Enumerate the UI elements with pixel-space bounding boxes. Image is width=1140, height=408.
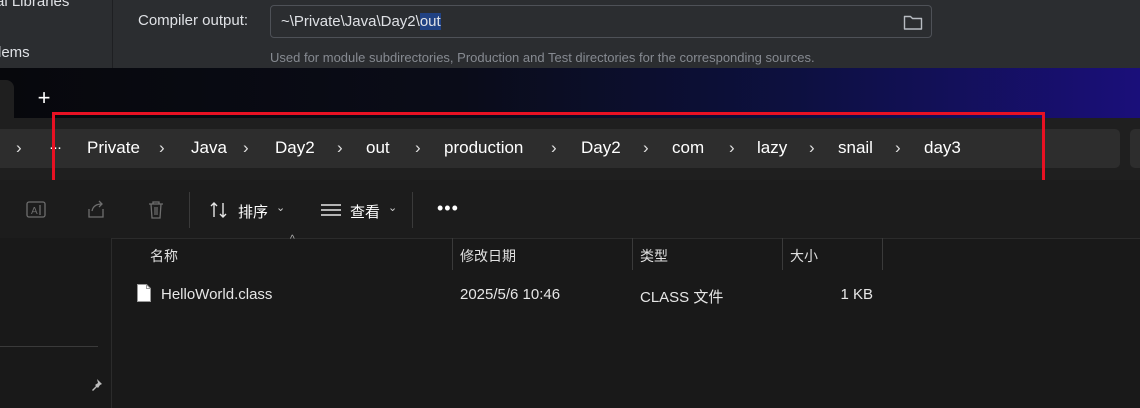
sort-ascending-icon: ^	[290, 234, 295, 245]
view-button[interactable]: 查看	[350, 201, 380, 222]
highlight-annotation-box	[52, 112, 1045, 188]
more-options-button[interactable]: •••	[437, 198, 459, 219]
file-icon	[137, 284, 151, 302]
toolbar-divider	[412, 192, 413, 228]
column-header-modified[interactable]: 修改日期	[460, 246, 516, 266]
file-modified-date: 2025/5/6 10:46	[460, 286, 561, 303]
sidebar-item-global-libraries[interactable]: al Libraries	[0, 0, 69, 10]
search-box[interactable]	[1130, 129, 1140, 168]
share-icon[interactable]	[86, 199, 108, 221]
sort-icon[interactable]	[208, 199, 230, 221]
compiler-output-field[interactable]: ~\Private\Java\Day2\out	[270, 5, 932, 38]
compiler-output-selection: out	[419, 13, 441, 30]
delete-icon[interactable]	[145, 199, 167, 221]
file-size: 1 KB	[840, 286, 873, 303]
nav-divider	[0, 346, 98, 347]
compiler-output-label: Compiler output:	[138, 12, 249, 29]
compiler-output-path: ~\Private\Java\Day2\	[281, 13, 420, 30]
pin-icon[interactable]	[88, 377, 104, 393]
file-type: CLASS 文件	[640, 289, 724, 306]
column-divider[interactable]	[632, 238, 633, 270]
file-name[interactable]: HelloWorld.class	[161, 286, 272, 303]
column-header-type[interactable]: 类型	[640, 246, 668, 266]
toolbar-divider	[189, 192, 190, 228]
command-bar	[0, 180, 1140, 239]
column-header-name[interactable]: 名称	[150, 246, 178, 266]
column-divider[interactable]	[782, 238, 783, 270]
folder-icon[interactable]	[903, 13, 923, 31]
new-tab-button[interactable]: +	[33, 86, 55, 110]
sidebar-item-problems[interactable]: lems	[0, 44, 30, 61]
chevron-down-icon[interactable]: ⌄	[276, 201, 285, 214]
compiler-output-hint: Used for module subdirectories, Producti…	[270, 50, 815, 65]
column-header-size[interactable]: 大小	[790, 246, 818, 266]
column-divider[interactable]	[452, 238, 453, 270]
view-icon[interactable]	[320, 199, 342, 221]
sort-button[interactable]: 排序	[238, 201, 268, 222]
compiler-output-value[interactable]: ~\Private\Java\Day2\out	[281, 13, 441, 30]
breadcrumb-chevron-icon[interactable]: ›	[16, 137, 22, 159]
explorer-tab[interactable]	[0, 80, 14, 120]
column-divider[interactable]	[882, 238, 883, 270]
chevron-down-icon[interactable]: ⌄	[388, 201, 397, 214]
ide-sidebar: al Libraries lems	[0, 0, 113, 68]
rename-icon[interactable]: A	[25, 199, 47, 221]
svg-text:A: A	[31, 206, 38, 217]
